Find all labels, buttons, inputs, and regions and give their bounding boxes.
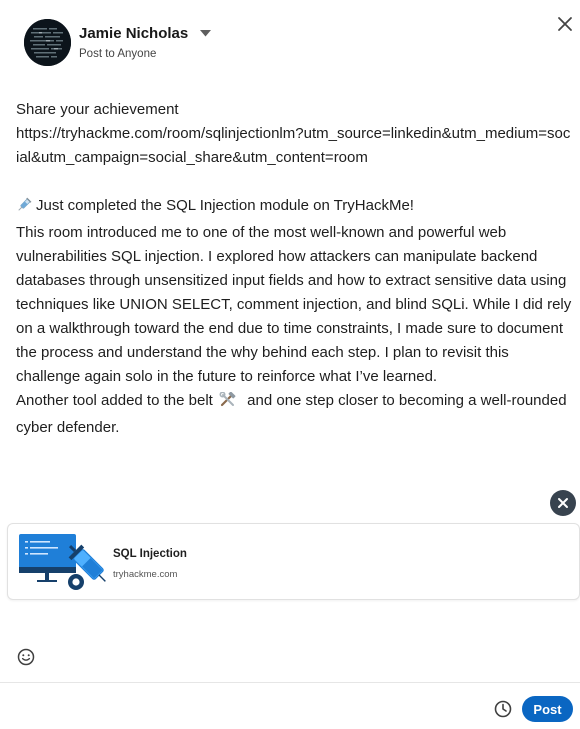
close-icon[interactable] [557, 16, 573, 32]
post-paragraph: This room introduced me to one of the mo… [16, 224, 572, 385]
hammer-and-wrench-icon [219, 391, 237, 416]
post-url: https://tryhackme.com/room/sqlinjectionl… [16, 125, 571, 166]
clock-icon[interactable] [493, 699, 513, 719]
post-closing: Another tool added to the belt and one s… [16, 389, 572, 440]
author-block[interactable]: Jamie Nicholas Post to Anyone [79, 25, 212, 60]
remove-preview-button[interactable] [550, 490, 576, 516]
link-preview-title[interactable]: SQL Injection [113, 548, 187, 560]
post-intro: Share your achievement [16, 101, 179, 118]
footer-divider [0, 682, 580, 683]
link-preview-domain: tryhackme.com [113, 569, 178, 580]
post-closing-before: Another tool added to the belt [16, 392, 213, 409]
post-editor[interactable]: Share your achievement https://tryhackme… [16, 98, 572, 440]
avatar[interactable] [24, 19, 71, 66]
link-preview-card[interactable]: SQL Injection tryhackme.com [7, 523, 580, 600]
post-headline: Just completed the SQL Injection module … [16, 194, 572, 221]
link-preview-thumbnail [17, 533, 109, 593]
composer-header: Jamie Nicholas Post to Anyone [0, 0, 580, 80]
close-icon [558, 498, 568, 508]
syringe-icon [16, 197, 32, 221]
post-button[interactable]: Post [522, 696, 573, 722]
author-name[interactable]: Jamie Nicholas [79, 25, 188, 42]
post-headline-text: Just completed the SQL Injection module … [36, 197, 414, 214]
chevron-down-icon[interactable] [200, 30, 212, 37]
post-visibility[interactable]: Post to Anyone [79, 48, 211, 60]
smiley-icon[interactable] [16, 647, 36, 667]
